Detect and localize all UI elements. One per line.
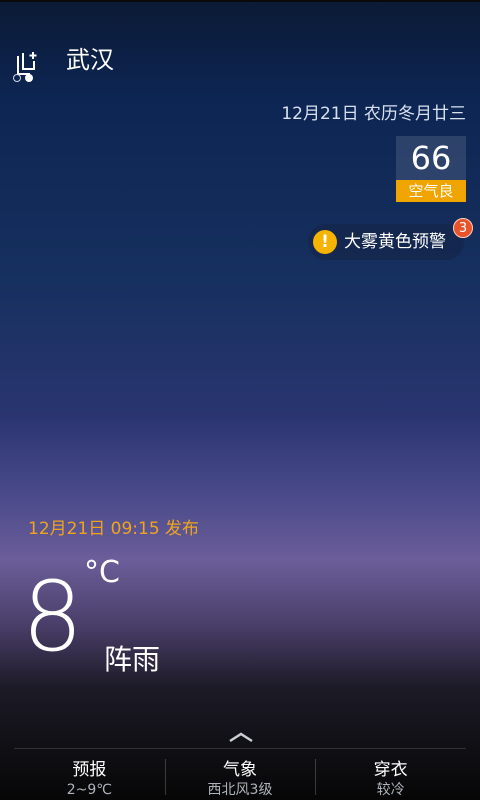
page-indicator <box>13 74 33 84</box>
tab-subtitle: 西北风3级 <box>207 782 273 798</box>
bottom-tab-bar: 预报 2~9℃ 气象 西北风3级 穿衣 较冷 <box>14 748 466 800</box>
publish-time: 12月21日 09:15 发布 <box>28 519 200 539</box>
status-bar <box>0 0 480 2</box>
tab-title: 预报 <box>72 760 107 780</box>
date-line: 12月21日 农历冬月廿三 <box>281 104 466 124</box>
aqi-value: 66 <box>396 136 466 180</box>
tab-subtitle: 较冷 <box>376 782 405 798</box>
weather-screen: 武汉 12月21日 农历冬月廿三 66 空气良 ! 大雾黄色预警 3 12月21… <box>0 0 480 800</box>
city-name[interactable]: 武汉 <box>66 44 114 76</box>
aqi-card[interactable]: 66 空气良 <box>396 136 466 204</box>
tab-subtitle: 2~9℃ <box>66 782 112 798</box>
current-temperature: 8 <box>22 561 84 673</box>
tab-meteorology[interactable]: 气象 西北风3级 <box>164 749 316 800</box>
chevron-up-icon[interactable] <box>228 728 254 743</box>
header: 武汉 <box>0 30 480 90</box>
weather-condition: 阵雨 <box>104 643 161 676</box>
tab-clothing[interactable]: 穿衣 较冷 <box>315 749 466 800</box>
temperature-unit: °C <box>84 555 120 590</box>
warning-icon: ! <box>313 230 337 254</box>
tab-title: 穿衣 <box>373 760 408 780</box>
tab-forecast[interactable]: 预报 2~9℃ <box>14 749 165 800</box>
alert-count-badge: 3 <box>453 218 473 238</box>
alert-text: 大雾黄色预警 <box>344 232 446 252</box>
aqi-label: 空气良 <box>396 180 466 202</box>
page-dot-active <box>25 74 33 82</box>
tab-title: 气象 <box>223 760 257 780</box>
weather-alert[interactable]: ! 大雾黄色预警 3 <box>308 218 473 260</box>
page-dot <box>13 74 21 82</box>
